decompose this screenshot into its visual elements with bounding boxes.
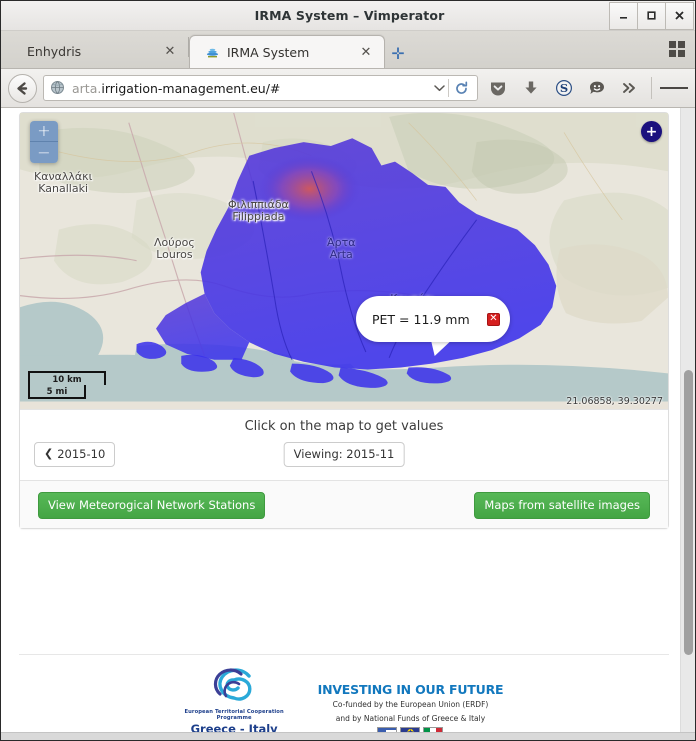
title-bar: IRMA System – Vimperator — [1, 1, 695, 31]
popup-value-text: PET = 11.9 mm — [372, 311, 470, 327]
spiral-icon — [167, 666, 302, 708]
status-strip — [1, 732, 695, 740]
url-bar[interactable]: arta.irrigation-management.eu/# — [43, 75, 478, 101]
scrollbar-thumb[interactable] — [684, 370, 693, 655]
zoom-in-button[interactable]: + — [30, 121, 58, 142]
chevron-left-icon: ❮ — [44, 447, 54, 461]
window-title: IRMA System – Vimperator — [254, 8, 445, 23]
investing-block: INVESTING IN OUR FUTURE Co-funded by the… — [317, 676, 504, 740]
maximize-button[interactable] — [637, 1, 666, 30]
tab-close-icon[interactable]: ✕ — [358, 44, 374, 60]
map-scale-bar: 10 km 5 mi — [28, 371, 106, 399]
map-value-popup: PET = 11.9 mm ✕ — [356, 296, 510, 342]
minimize-button[interactable] — [609, 1, 638, 30]
scale-mi: 5 mi — [28, 385, 86, 399]
overflow-chevrons-icon[interactable] — [616, 74, 643, 103]
irma-favicon-icon — [204, 44, 220, 60]
page-content: + − + Καναλλάκι Kanallaki Φιλιππιάδα Filip… — [1, 108, 680, 740]
map-terrain-image — [20, 113, 668, 402]
previous-month-button[interactable]: ❮ 2015-10 — [34, 442, 116, 467]
tab-label: Enhydris — [27, 44, 82, 59]
footer-divider — [19, 654, 669, 655]
map-canvas[interactable]: + − + Καναλλάκι Kanallaki Φιλιππιάδα Filip… — [20, 113, 668, 410]
footer-logos: European Territorial Cooperation Program… — [1, 666, 669, 740]
browser-window: IRMA System – Vimperator Enhydris ✕ IRMA… — [0, 0, 696, 741]
svg-text:S: S — [559, 81, 567, 95]
zoom-out-button[interactable]: − — [30, 142, 58, 163]
url-text[interactable]: arta.irrigation-management.eu/# — [72, 81, 430, 96]
scale-km: 10 km — [28, 371, 106, 385]
irma-panel: + − + Καναλλάκι Kanallaki Φιλιππιάδα Filip… — [19, 112, 669, 529]
window-buttons — [609, 1, 694, 30]
etcp-programme-caption: European Territorial Cooperation Program… — [184, 709, 284, 721]
popup-close-icon[interactable]: ✕ — [487, 312, 500, 326]
investing-subline-1: Co-funded by the European Union (ERDF) — [332, 700, 489, 710]
investing-headline: INVESTING IN OUR FUTURE — [317, 682, 504, 698]
chevron-down-icon[interactable] — [430, 84, 448, 92]
map-hint-text: Click on the map to get values — [244, 419, 444, 434]
close-button[interactable] — [665, 1, 694, 30]
chat-smiley-icon[interactable] — [583, 74, 610, 103]
page-scrollbar[interactable] — [680, 108, 695, 740]
hamburger-menu-icon[interactable] — [660, 74, 688, 103]
tab-strip: Enhydris ✕ IRMA System ✕ ✛ — [1, 31, 695, 69]
tab-label: IRMA System — [227, 44, 310, 60]
investing-subline-2: and by National Funds of Greece & Italy — [335, 713, 486, 723]
satellite-maps-button[interactable]: Maps from satellite images — [474, 492, 650, 519]
url-rest: irrigation-management.eu/# — [101, 80, 281, 96]
map-layers-button[interactable]: + — [641, 121, 662, 142]
actions-row: View Meteorogical Network Stations Maps … — [20, 480, 668, 528]
month-navigation-row: ❮ 2015-10 Viewing: 2015-11 — [20, 438, 668, 480]
reload-icon[interactable] — [449, 81, 473, 96]
view-meteorological-stations-button[interactable]: View Meteorogical Network Stations — [38, 492, 266, 519]
tab-close-icon[interactable]: ✕ — [162, 44, 178, 60]
new-tab-button[interactable]: ✛ — [385, 38, 411, 68]
url-prefix: arta. — [72, 80, 102, 96]
map-coordinates: 21.06858, 39.30277 — [566, 396, 663, 407]
map-zoom-controls[interactable]: + − — [30, 121, 58, 163]
previous-month-label: 2015-10 — [57, 447, 106, 461]
back-arrow-icon[interactable] — [8, 73, 37, 103]
etcp-logo: European Territorial Cooperation Program… — [167, 666, 302, 740]
tab-irma-system[interactable]: IRMA System ✕ — [189, 35, 385, 68]
logo-row: European Territorial Cooperation Program… — [167, 666, 504, 740]
downloads-icon[interactable] — [517, 74, 544, 103]
scribefire-icon[interactable]: S — [550, 74, 577, 103]
globe-icon — [50, 80, 66, 96]
toolbar-divider — [651, 77, 652, 99]
pocket-icon[interactable] — [484, 74, 511, 103]
list-all-tabs-icon[interactable] — [667, 39, 687, 59]
tab-enhydris[interactable]: Enhydris ✕ — [13, 35, 188, 68]
viewing-month-badge[interactable]: Viewing: 2015-11 — [283, 442, 405, 467]
navigation-toolbar: arta.irrigation-management.eu/# S — [1, 69, 695, 108]
browser-viewport: + − + Καναλλάκι Kanallaki Φιλιππιάδα Filip… — [1, 108, 695, 740]
